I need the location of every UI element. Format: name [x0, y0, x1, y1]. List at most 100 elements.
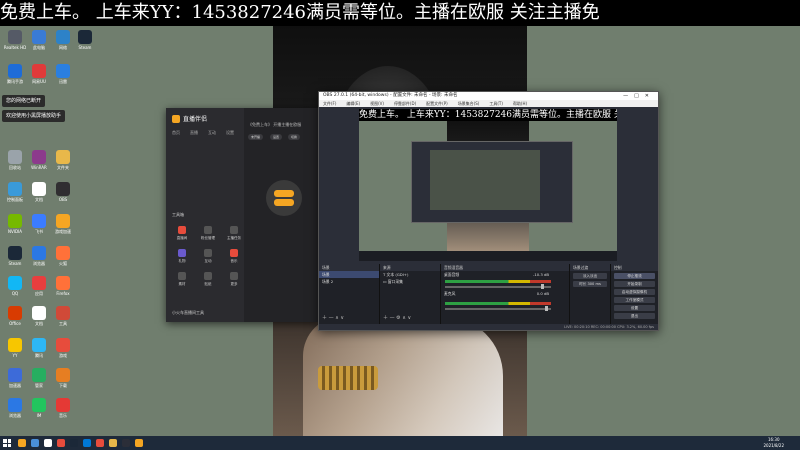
tool-icon: [178, 226, 186, 234]
desktop-icon[interactable]: Steam: [4, 246, 26, 276]
desktop-icon[interactable]: 网易UU: [28, 64, 50, 94]
taskbar-app-icon[interactable]: [70, 439, 78, 447]
desktop-icon[interactable]: 迅雷: [52, 64, 74, 94]
transition-duration[interactable]: 时长 300 ms: [573, 281, 607, 287]
tool-button[interactable]: 粉丝管理: [198, 226, 218, 241]
desktop-icon[interactable]: 应用: [28, 276, 50, 306]
volume-knob[interactable]: [541, 284, 544, 289]
app-icon: [32, 398, 46, 412]
taskbar-app-icon[interactable]: [44, 439, 52, 447]
taskbar-app-icon[interactable]: [109, 439, 117, 447]
tool-button[interactable]: 主播任务: [224, 226, 244, 241]
menu-item[interactable]: 场景集合(S): [458, 100, 480, 107]
system-clock[interactable]: 16:30 2021/8/22: [763, 437, 784, 449]
desktop-icon[interactable]: 腾讯: [28, 338, 50, 368]
app-icon: [56, 150, 70, 164]
desktop-icon[interactable]: 飞书: [28, 214, 50, 244]
desktop-icon[interactable]: 游戏: [52, 338, 74, 368]
control-button[interactable]: 设置: [614, 305, 655, 311]
menu-item[interactable]: 文件(F): [323, 100, 336, 107]
taskbar-app-icon[interactable]: [18, 439, 26, 447]
tab-settings[interactable]: 设置: [226, 130, 234, 136]
desktop-icon[interactable]: OBS: [52, 182, 74, 212]
desktop-icon[interactable]: 音乐: [52, 398, 74, 428]
obs-preview[interactable]: 免费上车。 上车来YY：1453827246满员需等位。主播在欧服 关注主播: [359, 109, 617, 261]
desktop-icon[interactable]: 下载: [52, 368, 74, 398]
taskbar-app-icon[interactable]: [135, 439, 143, 447]
volume-slider[interactable]: [445, 286, 551, 288]
control-button[interactable]: 停止推流: [614, 273, 655, 279]
taskbar: 16:30 2021/8/22: [0, 436, 800, 450]
desktop-icon[interactable]: Steam: [74, 30, 96, 60]
menu-item[interactable]: 视图(V): [370, 100, 384, 107]
desktop-icon-label: WinRAR: [31, 165, 47, 170]
taskbar-app-icon[interactable]: [83, 439, 91, 447]
desktop-icon[interactable]: 工具: [52, 306, 74, 336]
control-button[interactable]: 开始录制: [614, 281, 655, 287]
control-button[interactable]: 启动虚拟摄像机: [614, 289, 655, 295]
desktop-icon[interactable]: 游戏加速: [52, 214, 74, 244]
tool-button[interactable]: 礼物: [172, 249, 192, 264]
desktop-icon[interactable]: 此电脑: [28, 30, 50, 60]
control-button[interactable]: 退出: [614, 313, 655, 319]
desktop-icon[interactable]: 控制面板: [4, 182, 26, 212]
settings-pill[interactable]: 设置: [270, 134, 283, 140]
start-button[interactable]: [3, 439, 11, 447]
tool-icon: [230, 272, 238, 280]
tab-interact[interactable]: 互动: [208, 130, 216, 136]
source-add-remove-icons[interactable]: ＋ — ⚙ ∧ ∨: [383, 314, 411, 321]
taskbar-app-icon[interactable]: [96, 439, 104, 447]
tool-label: 互动: [204, 259, 212, 263]
desktop-icon[interactable]: IM: [28, 398, 50, 428]
tool-button[interactable]: 贴纸: [198, 272, 218, 287]
menu-item[interactable]: 工具(T): [489, 100, 503, 107]
tool-button[interactable]: 更多: [224, 272, 244, 287]
control-button[interactable]: 工作室模式: [614, 297, 655, 303]
volume-knob[interactable]: [545, 306, 548, 311]
tool-button[interactable]: 互动: [198, 249, 218, 264]
menu-item[interactable]: 配置文件(P): [426, 100, 448, 107]
tool-button[interactable]: 素材: [172, 272, 192, 287]
taskbar-app-icon[interactable]: [122, 439, 130, 447]
tool-label: 更多: [230, 282, 238, 286]
tab-live[interactable]: 直播: [190, 130, 198, 136]
app-icon: [32, 368, 46, 382]
window-controls[interactable]: —□✕: [623, 92, 655, 100]
desktop-icon[interactable]: 腾讯手游: [4, 64, 26, 94]
desktop-icon[interactable]: YY: [4, 338, 26, 368]
scene-add-remove-icons[interactable]: ＋ — ∧ ∨: [322, 314, 344, 321]
switch-pill[interactable]: 切换: [288, 134, 301, 140]
desktop-icon[interactable]: WinRAR: [28, 150, 50, 180]
taskbar-app-icon[interactable]: [57, 439, 65, 447]
source-item[interactable]: T 文本 (GDI+): [380, 271, 440, 278]
desktop-icon[interactable]: 网络: [52, 30, 74, 60]
menu-item[interactable]: 编辑(E): [346, 100, 360, 107]
desktop-icon[interactable]: 管家: [28, 368, 50, 398]
source-item[interactable]: ▭ 窗口采集: [380, 278, 440, 285]
desktop-icon[interactable]: 文件夹: [52, 150, 74, 180]
tool-button[interactable]: 直播间: [172, 226, 192, 241]
desktop-icon[interactable]: 文档: [28, 182, 50, 212]
desktop-icon[interactable]: 浏览器: [4, 398, 26, 428]
menu-item[interactable]: 帮助(H): [513, 100, 527, 107]
desktop-icon[interactable]: Office: [4, 306, 26, 336]
desktop-icon[interactable]: 火狐: [52, 246, 74, 276]
desktop-icon[interactable]: NVIDIA: [4, 214, 26, 244]
scene-item[interactable]: 场景: [319, 271, 379, 278]
desktop-icon[interactable]: Realtek HD: [4, 30, 26, 60]
desktop-icon[interactable]: 回收站: [4, 150, 26, 180]
transition-type-select[interactable]: 淡入淡出: [573, 273, 607, 279]
tool-button[interactable]: 音乐: [224, 249, 244, 264]
volume-slider[interactable]: [445, 308, 551, 310]
taskbar-app-icon[interactable]: [31, 439, 39, 447]
menu-item[interactable]: 停靠部件(D): [394, 100, 416, 107]
desktop-icon[interactable]: Firefox: [52, 276, 74, 306]
obs-window[interactable]: OBS 27.0.1 (64-bit, windows) - 配置文件: 未命名…: [318, 91, 659, 331]
desktop-icon[interactable]: 浏览器: [28, 246, 50, 276]
desktop-icon[interactable]: 文档: [28, 306, 50, 336]
desktop-icon[interactable]: 加速器: [4, 368, 26, 398]
desktop-icon[interactable]: QQ: [4, 276, 26, 306]
tab-home[interactable]: 首页: [172, 130, 180, 136]
status-pill[interactable]: 未开播: [248, 134, 264, 140]
scene-item[interactable]: 场景 2: [319, 278, 379, 285]
